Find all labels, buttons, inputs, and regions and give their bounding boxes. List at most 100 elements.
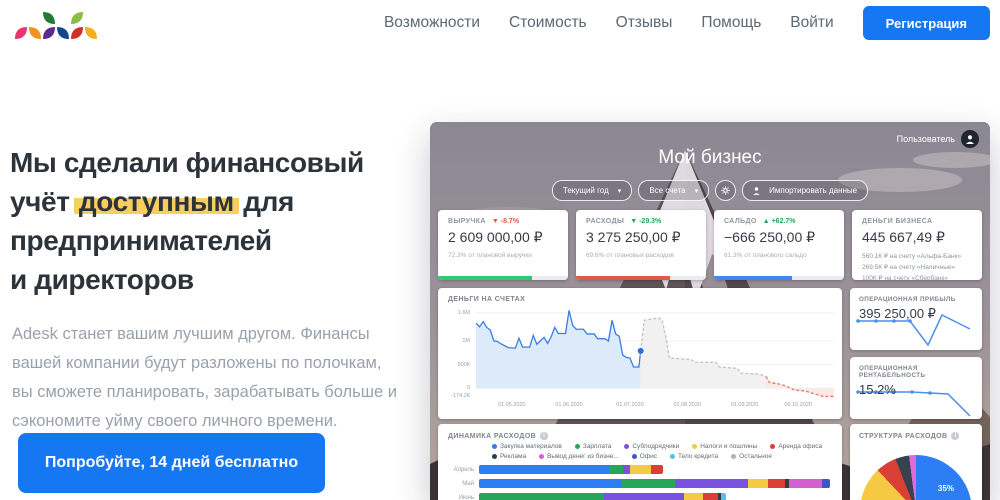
metric-badge: ▼ -8.7% (491, 218, 520, 225)
try-free-button[interactable]: Попробуйте, 14 дней бесплатно (18, 433, 325, 493)
accounts-select-value: Все счета (649, 186, 686, 195)
title-line-2-post: для (243, 185, 294, 217)
bar-segment (608, 465, 624, 474)
main-nav: Возможности Стоимость Отзывы Помощь Войт… (384, 0, 990, 46)
bar-row: Май (448, 479, 832, 488)
dashboard-title: Мой бизнес (658, 147, 762, 168)
import-data-button[interactable]: Импортировать данные (742, 180, 869, 201)
expenses-structure-card: СТРУКТУРА РАСХОДОВ i 35% (850, 424, 982, 500)
page-title: Мы сделали финансовый учёт доступным для… (10, 143, 435, 299)
legend-item: Тело кредита (670, 453, 718, 460)
legend-item: Налоги и пошлины (692, 443, 757, 450)
nav-item-features[interactable]: Возможности (384, 14, 480, 32)
info-icon[interactable]: i (951, 432, 960, 440)
bar-segment (621, 479, 675, 488)
register-button[interactable]: Регистрация (862, 6, 990, 40)
metric-value: −666 250,00 ₽ (724, 229, 816, 245)
account-line: 560.1К ₽ на счету «Альфа-Банк» (862, 253, 962, 260)
y-tick-label: 1.6М (457, 309, 470, 316)
y-tick-label: 500К (457, 361, 470, 368)
nav-item-pricing[interactable]: Стоимость (509, 14, 587, 32)
bar-segment (767, 479, 786, 488)
bar-segment (703, 493, 718, 500)
pie-slice-label: 35% (938, 484, 955, 493)
hero-paragraph: Adesk станет вашим лучшим другом. Финанс… (12, 324, 397, 430)
money-chart-plot (476, 310, 834, 398)
legend-dot (770, 444, 776, 449)
metric-value: 445 667,49 ₽ (862, 229, 945, 245)
legend-dot (631, 454, 637, 459)
logo-leaf (71, 27, 83, 39)
bar-segment (650, 465, 664, 474)
card-value: 15.2% (859, 382, 896, 397)
metric-value: 2 609 000,00 ₽ (448, 229, 543, 245)
metric-label: ВЫРУЧКА (448, 218, 486, 225)
metric-progress (438, 276, 568, 280)
side-cards-column: ОПЕРАЦИОННАЯ ПРИБЫЛЬ 395 250,00 ₽ ОПЕРАЦ… (850, 288, 982, 419)
dashboard-preview: Пользователь Мой бизнес Текущий год ▾ Вс… (430, 122, 990, 500)
metric-subtitle: 69.6% от плановых расходов (586, 252, 674, 259)
bar-segment (629, 465, 651, 474)
x-tick-label: 01.09.2020 (730, 402, 759, 408)
expenses-pie (860, 455, 972, 500)
metric-badge: ▼ -29.3% (630, 218, 662, 225)
period-select-value: Текущий год (562, 186, 609, 195)
legend-item: Офис (631, 453, 657, 460)
nav-item-help[interactable]: Помощь (701, 14, 761, 32)
metric-badge: ▲ +62.7% (762, 218, 796, 225)
avatar (961, 130, 979, 148)
legend-item: Вывод денег из бизне... (539, 453, 619, 460)
x-tick-label: 01.07.2020 (616, 402, 644, 408)
info-icon[interactable]: i (540, 432, 549, 440)
legend-dot (731, 454, 737, 459)
y-tick-label: -174.2К (451, 393, 470, 400)
metric-subtitle: 72.3% от плановой выручки (448, 252, 532, 259)
nav-item-reviews[interactable]: Отзывы (616, 14, 673, 32)
x-tick-label: 01.06.2020 (555, 402, 583, 408)
dashboard-controls: Текущий год ▾ Все счета ▾ Импортировать … (430, 180, 990, 201)
bar-segment (721, 493, 727, 500)
logo-leaf (43, 27, 55, 39)
gear-icon (721, 186, 730, 195)
settings-button[interactable] (715, 180, 737, 201)
money-chart-y-axis: 1.6М 1М 500К 0 -174.2К (444, 308, 472, 400)
legend-item: Субподрядчики (624, 443, 679, 450)
legend-dot (624, 444, 630, 449)
expenses-structure-title: СТРУКТУРА РАСХОДОВ (859, 432, 948, 440)
legend-item: Остальное (731, 453, 772, 460)
expenses-dynamics-title: ДИНАМИКА РАСХОДОВ (448, 432, 537, 440)
bar-row-label: Апрель (453, 466, 474, 473)
title-line-1: Мы сделали финансовый (10, 146, 364, 178)
bar-row: Июнь (448, 493, 832, 500)
title-line-2-pre: учёт (10, 185, 70, 217)
legend-item: Закупка материалов (492, 443, 562, 450)
metric-card-saldo: САЛЬДО ▲ +62.7% −666 250,00 ₽ 61.3% от п… (714, 210, 844, 280)
main-charts-row: ДЕНЬГИ НА СЧЕТАХ 1.6М 1М 500К 0 -174.2К 01.0… (438, 288, 982, 419)
metric-label: САЛЬДО (724, 218, 757, 225)
title-line-3: предпринимателей (10, 224, 272, 256)
legend-item: Реклама (492, 453, 526, 460)
bar-segment (479, 479, 622, 488)
chevron-down-icon: ▾ (617, 187, 622, 195)
bar-segment (603, 493, 685, 500)
x-tick-label: 06.10.2020 (784, 402, 812, 408)
legend-item: Аренда офиса (770, 443, 822, 450)
nav-item-login[interactable]: Войти (790, 14, 833, 32)
accounts-select[interactable]: Все счета ▾ (638, 180, 710, 201)
bar-segment (788, 479, 823, 488)
bottom-charts-row: ДИНАМИКА РАСХОДОВ i Закупка материалов За… (438, 424, 982, 500)
logo-leaf (71, 12, 83, 24)
metric-progress (576, 276, 706, 280)
expenses-bars: Апрель Май Июнь (448, 465, 832, 500)
bar-segment (479, 493, 604, 500)
metric-value: 3 275 250,00 ₽ (586, 229, 681, 245)
user-chip[interactable]: Пользователь (897, 130, 979, 148)
title-line-4: и директоров (10, 263, 194, 295)
expenses-dynamics-card: ДИНАМИКА РАСХОДОВ i Закупка материалов За… (438, 424, 842, 500)
metric-card-business-money: ДЕНЬГИ БИЗНЕСА 445 667,49 ₽ 560.1К ₽ на … (852, 210, 982, 280)
period-select[interactable]: Текущий год ▾ (551, 180, 633, 201)
operating-profit-card: ОПЕРАЦИОННАЯ ПРИБЫЛЬ 395 250,00 ₽ (850, 288, 982, 350)
card-value: 395 250,00 ₽ (859, 306, 936, 321)
adesk-logo[interactable] (12, 4, 108, 50)
user-label: Пользователь (896, 134, 955, 144)
